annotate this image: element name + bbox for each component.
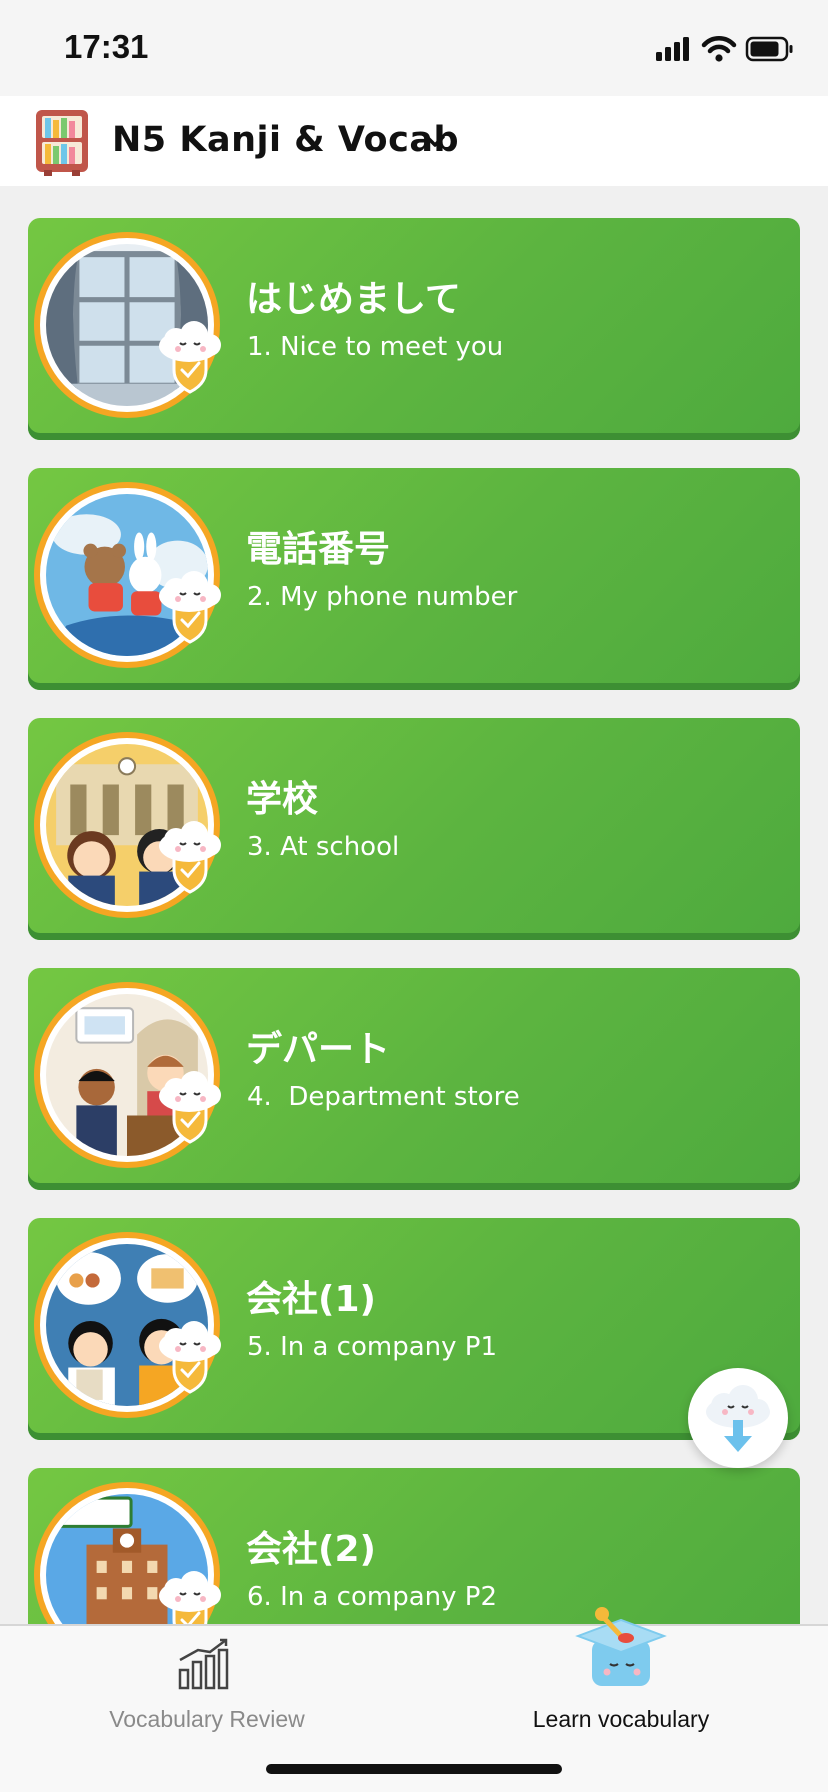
cloud-shield-icon [159,321,221,394]
lesson-title-en: 3. At school [247,832,400,862]
lesson-card[interactable]: デパート 4. Department store [28,968,800,1190]
lesson-title-jp: 会社(2) [246,1529,376,1570]
scroll-down-button[interactable] [688,1368,788,1468]
status-icons [656,35,793,62]
battery-icon [745,36,793,62]
tab-learn-vocabulary[interactable]: Learn vocabulary [414,1607,828,1746]
home-indicator [266,1764,562,1774]
cloud-arrow-down-icon [706,1385,770,1452]
graduation-cap-icon [575,1607,667,1686]
tab-label: Learn vocabulary [532,1706,710,1732]
lesson-title-jp: 会社(1) [246,1279,376,1320]
chevron-down-icon[interactable] [424,130,446,152]
lesson-title-en: 6. In a company P2 [247,1582,497,1612]
cloud-shield-icon [159,1571,221,1624]
bookshelf-icon [36,110,88,176]
cloud-shield-icon [159,1071,221,1144]
cloud-shield-icon [159,1321,221,1394]
tab-vocabulary-review[interactable]: Vocabulary Review [0,1626,414,1746]
lesson-title-en: 5. In a company P1 [247,1332,497,1362]
lesson-title-jp: デパート [246,1029,391,1070]
signal-icon [656,37,689,61]
status-time: 17:31 [64,28,149,65]
course-title: N5 Kanji & Vocab [112,120,460,160]
lesson-card[interactable]: 会社(1) 5. In a company P1 [28,1218,800,1440]
lesson-card[interactable]: 電話番号 2. My phone number [28,468,800,690]
lesson-title-en: 2. My phone number [247,582,518,612]
course-header[interactable]: N5 Kanji & Vocab [0,96,828,186]
lesson-title-jp: はじめまして [246,279,461,320]
cloud-shield-icon [159,821,221,894]
lesson-card[interactable]: 学校 3. At school [28,718,800,940]
cloud-shield-icon [159,571,221,644]
lesson-card[interactable]: 会社(2) 6. In a company P2 [28,1468,800,1624]
wifi-icon [701,35,737,62]
lesson-title-en: 1. Nice to meet you [247,332,504,362]
bar-chart-icon [178,1638,229,1690]
status-bar: 17:31 [0,0,828,96]
lesson-title-en: 4. Department store [247,1082,520,1112]
lesson-title-jp: 学校 [246,779,319,820]
lesson-title-jp: 電話番号 [246,529,391,570]
lesson-card[interactable]: はじめまして 1. Nice to meet you [28,218,800,440]
tab-label: Vocabulary Review [109,1706,305,1732]
